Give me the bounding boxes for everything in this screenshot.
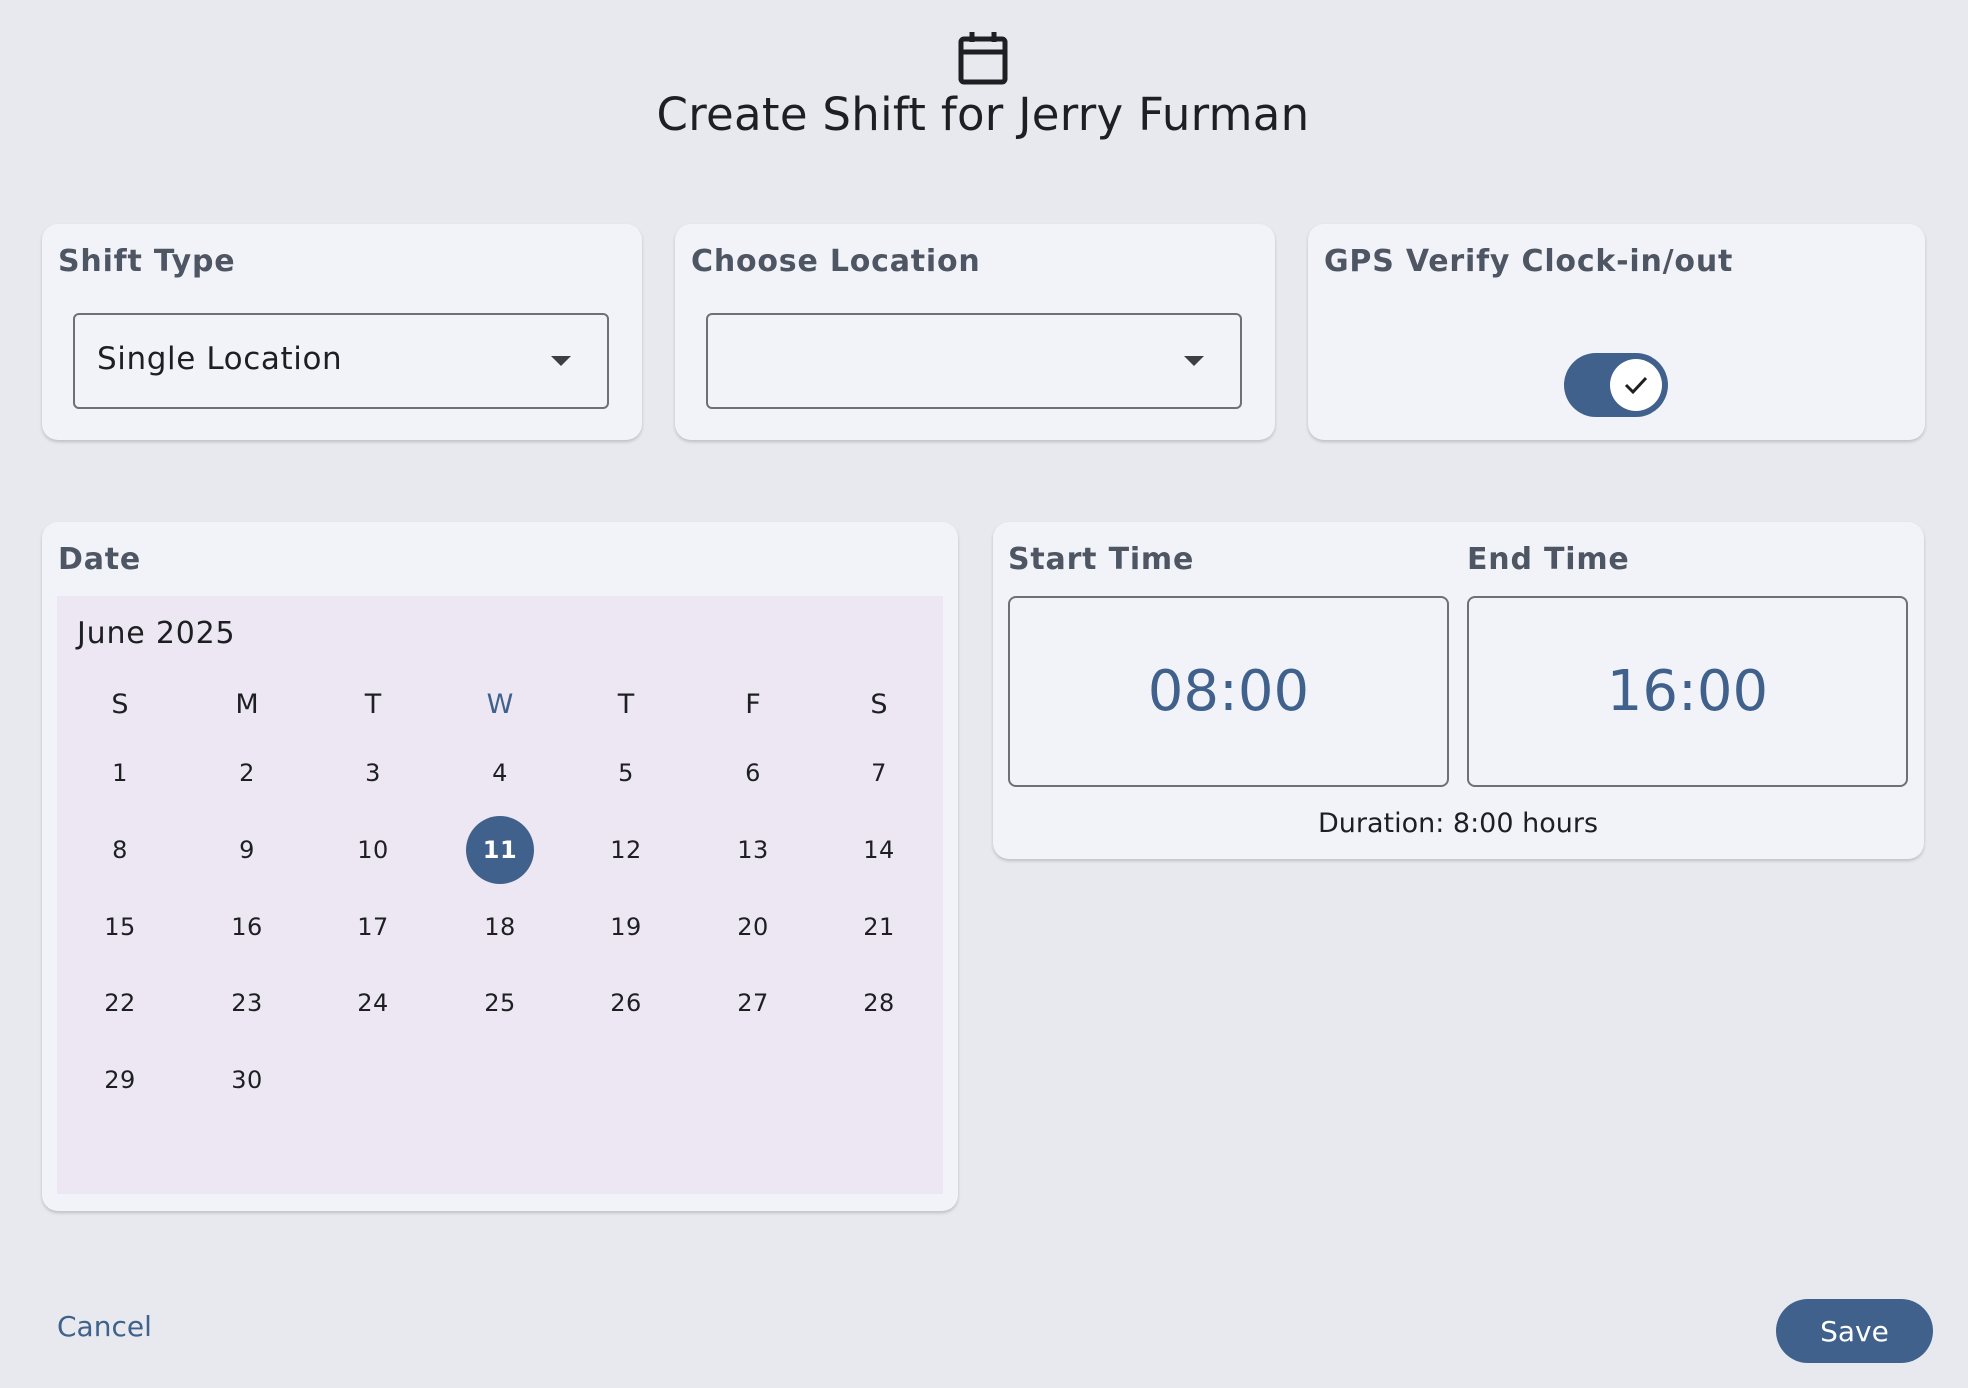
calendar-day[interactable]: 26 [592, 969, 660, 1037]
shift-type-value: Single Location [97, 341, 343, 377]
calendar-day[interactable]: 29 [86, 1046, 154, 1114]
calendar: June 2025 S M T W T F S 1 2 3 4 5 6 7 8 9 10 11 12 13 14 15 16… [57, 596, 943, 1194]
calendar-day[interactable]: 14 [845, 816, 913, 884]
calendar-day[interactable]: 16 [213, 893, 281, 961]
location-label: Choose Location [691, 244, 981, 279]
weekday-header: S [870, 689, 888, 720]
shift-type-card: Shift Type Single Location [42, 224, 642, 440]
calendar-day[interactable]: 20 [719, 893, 787, 961]
calendar-day[interactable]: 19 [592, 893, 660, 961]
calendar-day[interactable]: 17 [339, 893, 407, 961]
cancel-button[interactable]: Cancel [40, 1306, 169, 1347]
weekday-header: T [364, 689, 382, 720]
calendar-day[interactable]: 1 [86, 739, 154, 807]
calendar-day[interactable]: 13 [719, 816, 787, 884]
calendar-icon [957, 30, 1009, 86]
calendar-day[interactable]: 6 [719, 739, 787, 807]
shift-type-label: Shift Type [58, 244, 236, 279]
calendar-day[interactable]: 28 [845, 969, 913, 1037]
calendar-day[interactable]: 23 [213, 969, 281, 1037]
location-card: Choose Location [675, 224, 1275, 440]
end-time-label: End Time [1467, 542, 1630, 577]
calendar-day[interactable]: 9 [213, 816, 281, 884]
weekday-header: W [486, 689, 514, 720]
calendar-day-selected[interactable]: 11 [466, 816, 534, 884]
calendar-day[interactable]: 30 [213, 1046, 281, 1114]
calendar-day[interactable]: 18 [466, 893, 534, 961]
calendar-day[interactable]: 5 [592, 739, 660, 807]
calendar-day[interactable]: 25 [466, 969, 534, 1037]
date-label: Date [58, 542, 142, 577]
calendar-day[interactable]: 8 [86, 816, 154, 884]
calendar-day[interactable]: 7 [845, 739, 913, 807]
save-button[interactable]: Save [1776, 1299, 1933, 1363]
calendar-day[interactable]: 10 [339, 816, 407, 884]
weekday-header: T [617, 689, 635, 720]
calendar-day[interactable]: 2 [213, 739, 281, 807]
shift-type-select[interactable]: Single Location [73, 313, 609, 409]
calendar-day[interactable]: 3 [339, 739, 407, 807]
gps-label: GPS Verify Clock-in/out [1324, 244, 1734, 279]
end-time-input[interactable]: 16:00 [1467, 596, 1908, 787]
calendar-day[interactable]: 24 [339, 969, 407, 1037]
calendar-day[interactable]: 21 [845, 893, 913, 961]
duration-text: Duration: 8:00 hours [1317, 808, 1599, 839]
location-select[interactable] [706, 313, 1242, 409]
chevron-down-icon [551, 356, 571, 366]
page-title: Create Shift for Jerry Furman [656, 88, 1310, 141]
weekday-header: M [235, 689, 259, 720]
month-label: June 2025 [77, 616, 236, 651]
calendar-day[interactable]: 22 [86, 969, 154, 1037]
calendar-day[interactable]: 4 [466, 739, 534, 807]
start-time-label: Start Time [1008, 542, 1195, 577]
start-time-input[interactable]: 08:00 [1008, 596, 1449, 787]
chevron-down-icon [1184, 356, 1204, 366]
check-icon [1624, 376, 1648, 395]
calendar-day[interactable]: 27 [719, 969, 787, 1037]
weekday-header: F [745, 689, 761, 720]
toggle-knob [1610, 359, 1662, 411]
gps-verify-toggle[interactable] [1564, 353, 1668, 417]
calendar-day[interactable]: 12 [592, 816, 660, 884]
weekday-header: S [111, 689, 129, 720]
calendar-day[interactable]: 15 [86, 893, 154, 961]
